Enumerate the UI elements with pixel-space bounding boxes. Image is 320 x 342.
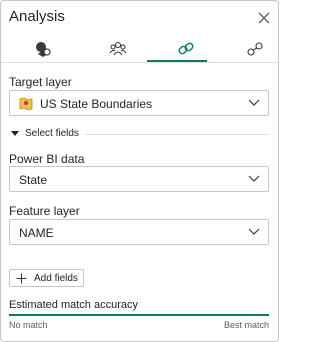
- people-group-icon: [109, 41, 127, 56]
- chevron-down-icon: [248, 228, 260, 235]
- link-icon: [178, 42, 194, 55]
- add-fields-button[interactable]: Add fields: [9, 269, 84, 287]
- accuracy-max-label: Best match: [223, 320, 269, 330]
- tab-target-layer[interactable]: [9, 35, 77, 62]
- feature-layer-value: NAME: [19, 226, 54, 240]
- analysis-panel: Analysis Target layer US State Boundarie…: [0, 0, 279, 342]
- caret-down-icon: [11, 131, 19, 136]
- map-layer-icon: [19, 97, 33, 111]
- relationship-icon: [247, 42, 263, 56]
- feature-layer-dropdown[interactable]: NAME: [9, 219, 269, 245]
- active-tab-indicator: [147, 60, 207, 62]
- tab-people[interactable]: [84, 35, 152, 62]
- panel-title: Analysis: [9, 8, 65, 25]
- select-fields-label: Select fields: [25, 128, 79, 139]
- section-divider: [85, 134, 269, 135]
- power-bi-label: Power BI data: [9, 152, 85, 166]
- target-layer-label: Target layer: [9, 75, 72, 89]
- layer-pin-icon: [36, 42, 51, 57]
- chevron-down-icon: [248, 99, 260, 106]
- accuracy-bar-fill: [9, 314, 269, 316]
- plus-icon: [16, 273, 27, 284]
- power-bi-dropdown[interactable]: State: [9, 166, 269, 192]
- add-fields-label: Add fields: [34, 273, 78, 284]
- power-bi-value: State: [19, 173, 48, 187]
- accuracy-label: Estimated match accuracy: [9, 299, 138, 311]
- panel-header: Analysis: [1, 1, 278, 35]
- tab-join[interactable]: [152, 35, 220, 62]
- target-layer-value: US State Boundaries: [40, 97, 153, 111]
- feature-layer-label: Feature layer: [9, 204, 80, 218]
- accuracy-min-label: No match: [9, 320, 48, 330]
- tab-bar: [1, 35, 278, 63]
- tab-relationship[interactable]: [221, 35, 289, 62]
- close-button[interactable]: [256, 10, 272, 26]
- close-icon: [258, 12, 270, 24]
- accuracy-bar: [9, 314, 269, 316]
- target-layer-dropdown[interactable]: US State Boundaries: [9, 90, 269, 116]
- chevron-down-icon: [248, 175, 260, 182]
